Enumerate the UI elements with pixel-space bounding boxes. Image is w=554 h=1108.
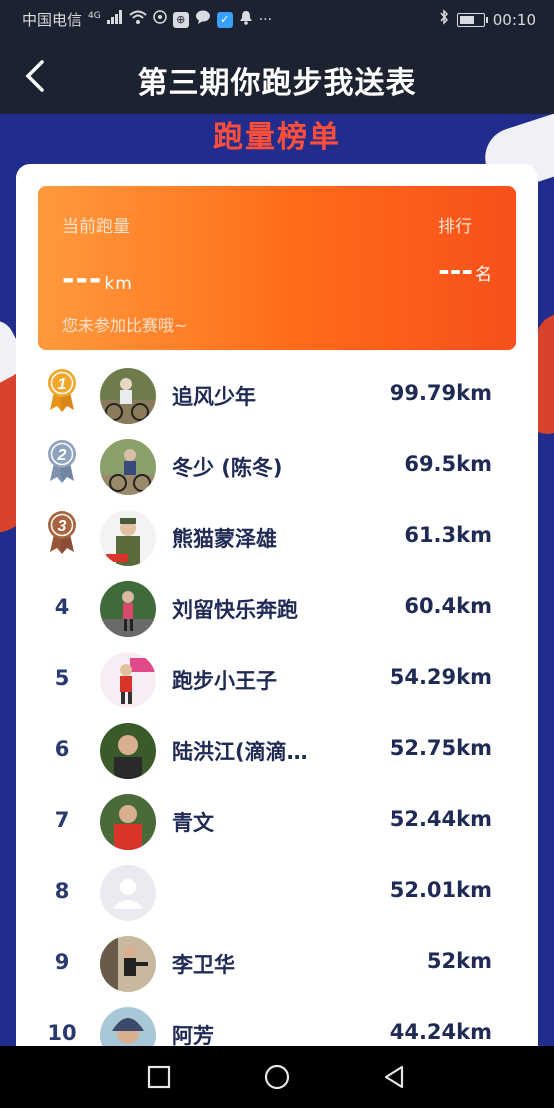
system-nav-bar: [0, 1046, 554, 1108]
svg-text:2: 2: [57, 447, 67, 464]
avatar[interactable]: [100, 865, 156, 921]
current-distance-label: 当前跑量: [62, 217, 130, 237]
rank-number: 7: [54, 808, 70, 832]
list-item[interactable]: 1 追风少年 99.79km: [16, 360, 538, 431]
runner-name: 追风少年: [172, 385, 256, 409]
carrier-label: 中国电信: [22, 11, 83, 29]
battery-icon: [456, 12, 488, 27]
silver-medal-icon: 2: [48, 440, 76, 483]
app-notification-icon: ⊕: [172, 11, 189, 28]
avatar[interactable]: [100, 723, 156, 779]
app-notification-icon-2: ✓: [216, 11, 233, 28]
back-nav-icon[interactable]: [380, 1062, 410, 1092]
avatar[interactable]: [100, 439, 156, 495]
runner-name: 刘留快乐奔跑: [172, 598, 298, 622]
runner-distance: 52.75km: [389, 736, 492, 760]
rank-number: 9: [54, 950, 70, 974]
signal-icon: [106, 10, 123, 29]
svg-text:3: 3: [58, 518, 67, 535]
runner-name: 跑步小王子: [172, 669, 277, 693]
bronze-medal-icon: 3: [48, 511, 76, 554]
runner-name: 冬少 (陈冬): [172, 456, 283, 480]
rank-number: 5: [54, 666, 70, 690]
banner-title: 跑量榜单: [213, 120, 341, 155]
list-item[interactable]: 5 跑步小王子 54.29km: [16, 644, 538, 715]
bluetooth-icon: [439, 9, 449, 30]
list-item[interactable]: 3 熊猫蒙泽雄 61.3km: [16, 502, 538, 573]
rank-label: 排行: [438, 217, 472, 237]
wifi-icon: [129, 10, 147, 29]
avatar[interactable]: [100, 794, 156, 850]
default-avatar-icon: [100, 865, 156, 921]
runner-distance: 61.3km: [404, 523, 492, 547]
chat-icon: [195, 10, 211, 29]
signal-type-label: 4G: [88, 10, 101, 21]
runner-distance: 44.24km: [389, 1020, 492, 1044]
runner-distance: 99.79km: [389, 381, 492, 405]
current-rank-value: ---: [438, 254, 473, 287]
rank-number: 8: [54, 879, 70, 903]
rank-unit: 名: [475, 265, 492, 285]
rank-number: 4: [54, 595, 70, 619]
svg-text:1: 1: [58, 376, 67, 393]
recent-apps-icon[interactable]: [144, 1062, 174, 1092]
avatar[interactable]: [100, 368, 156, 424]
clock-time: 00:10: [492, 10, 536, 29]
title-bar: 第三期你跑步我送表: [0, 38, 554, 114]
runner-distance: 69.5km: [404, 452, 492, 476]
page-title: 第三期你跑步我送表: [137, 66, 417, 101]
my-score-panel: 当前跑量 排行 --- km --- 名 您未参加比赛哦~: [38, 186, 516, 350]
rank-number: 10: [47, 1021, 77, 1045]
current-rank: --- 名: [438, 254, 492, 287]
status-bar: 中国电信 4G ⊕ ✓ ··· 00:10: [0, 0, 554, 38]
runner-name: 李卫华: [172, 953, 235, 977]
runner-distance: 52km: [426, 949, 492, 973]
runner-distance: 54.29km: [389, 665, 492, 689]
distance-unit: km: [104, 274, 133, 294]
list-item[interactable]: 2 冬少 (陈冬) 69.5km: [16, 431, 538, 502]
avatar[interactable]: [100, 581, 156, 637]
avatar[interactable]: [100, 652, 156, 708]
rank-number: 6: [54, 737, 70, 761]
avatar[interactable]: [100, 510, 156, 566]
bell-icon: [239, 10, 253, 30]
list-item[interactable]: 9 李卫华 52km: [16, 928, 538, 999]
list-item[interactable]: 8 52.01km: [16, 857, 538, 928]
rank-list: 1 追风少年 99.79km 2 冬少 (陈冬) 69.5km 3 熊猫蒙泽雄 …: [16, 360, 538, 1070]
runner-distance: 60.4km: [404, 594, 492, 618]
home-icon[interactable]: [262, 1062, 292, 1092]
runner-name: 青文: [172, 811, 214, 835]
current-distance: --- km: [62, 262, 133, 297]
runner-name: 陆洪江(滴滴…: [172, 740, 308, 764]
runner-distance: 52.44km: [389, 807, 492, 831]
avatar[interactable]: [100, 936, 156, 992]
not-joined-note: 您未参加比赛哦~: [62, 316, 188, 335]
current-distance-value: ---: [62, 262, 103, 297]
gold-medal-icon: 1: [48, 369, 76, 412]
list-item[interactable]: 4 刘留快乐奔跑 60.4km: [16, 573, 538, 644]
list-item[interactable]: 7 青文 52.44km: [16, 786, 538, 857]
list-item[interactable]: 6 陆洪江(滴滴… 52.75km: [16, 715, 538, 786]
runner-name: 熊猫蒙泽雄: [172, 527, 277, 551]
runner-distance: 52.01km: [389, 878, 492, 902]
leaderboard-card: 当前跑量 排行 --- km --- 名 您未参加比赛哦~ 1 追风少年 99.79…: [16, 164, 538, 1063]
more-icon: ···: [258, 11, 273, 28]
nfc-icon: [152, 10, 167, 29]
